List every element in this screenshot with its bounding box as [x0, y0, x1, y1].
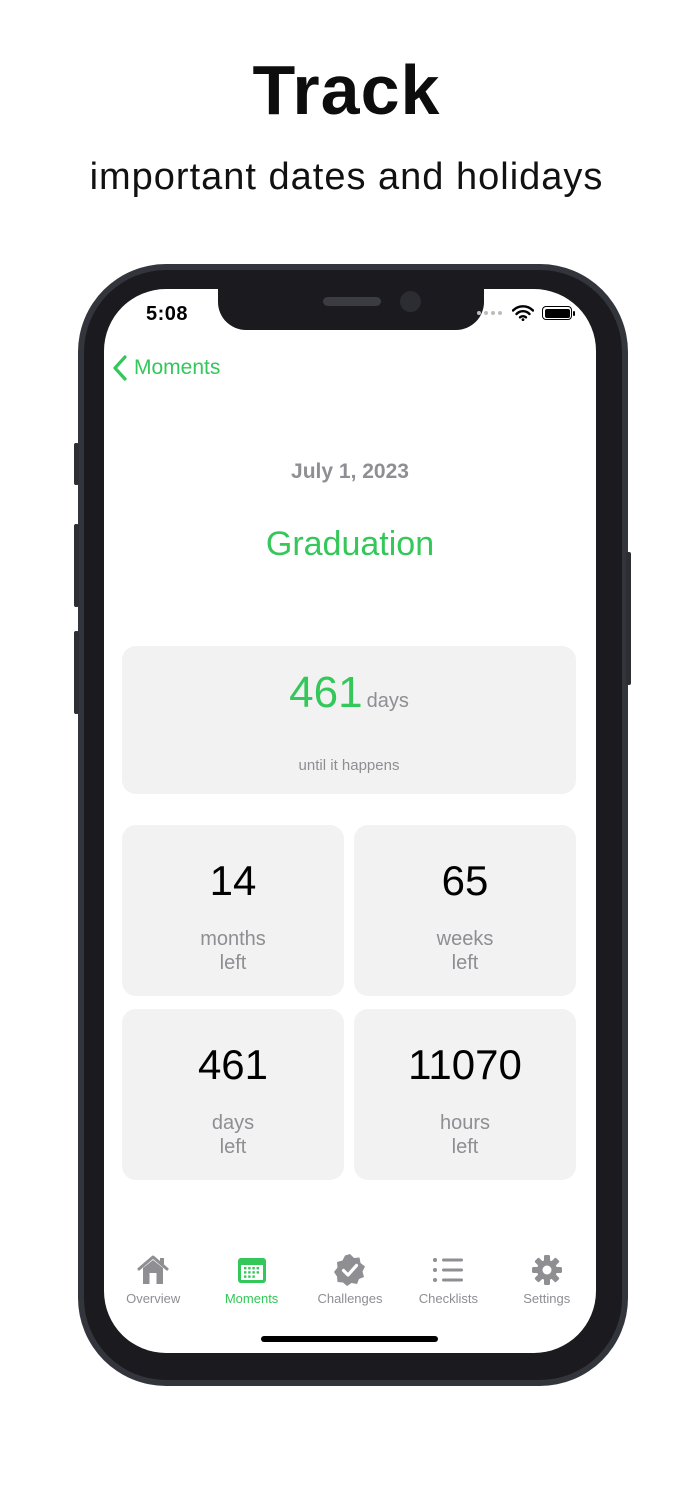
stat-card-days: 461 days left: [122, 1009, 344, 1180]
stat-card-weeks: 65 weeks left: [354, 825, 576, 996]
stat-value: 11070: [408, 1041, 522, 1088]
chevron-left-icon: [113, 355, 127, 381]
moment-title: Graduation: [265, 525, 435, 563]
countdown-card: 461 days until it happens: [122, 646, 576, 794]
tab-checklists[interactable]: Checklists: [399, 1253, 497, 1313]
stat-suffix: left: [451, 952, 479, 974]
promo-headline: Track: [252, 51, 441, 129]
stat-value: 14: [209, 857, 257, 904]
status-time: 5:08: [146, 303, 189, 325]
status-icons: [477, 305, 575, 321]
back-button[interactable]: Moments: [112, 355, 220, 381]
stat-unit: hours: [439, 1112, 491, 1134]
stat-suffix: left: [451, 1136, 479, 1158]
countdown-caption: until it happens: [298, 757, 400, 774]
tab-label: Challenges: [317, 1291, 383, 1306]
stat-unit: months: [200, 928, 266, 950]
speaker-grille: [323, 297, 381, 306]
notch: [218, 289, 484, 330]
gear-icon: [530, 1253, 564, 1287]
tab-label: Settings: [523, 1291, 571, 1306]
countdown-value-row: 461 days: [122, 668, 576, 718]
side-button-volume-up: [74, 524, 79, 607]
stat-value: 65: [441, 857, 489, 904]
stat-value: 461: [197, 1041, 269, 1088]
side-button-volume-down: [74, 631, 79, 714]
list-icon: [431, 1253, 465, 1287]
battery-icon: [542, 306, 575, 320]
house-icon: [136, 1253, 170, 1287]
calendar-icon: [235, 1253, 269, 1287]
home-indicator[interactable]: [261, 1336, 438, 1342]
tab-settings[interactable]: Settings: [498, 1253, 596, 1313]
tab-label: Checklists: [418, 1291, 478, 1306]
tab-overview[interactable]: Overview: [104, 1253, 202, 1313]
signal-dots-icon: [477, 311, 502, 315]
promo-subheadline: important dates and holidays: [89, 156, 604, 198]
badge-check-icon: [333, 1253, 367, 1287]
tab-label: Overview: [126, 1291, 181, 1306]
stat-card-hours: 11070 hours left: [354, 1009, 576, 1180]
side-button-mute: [74, 443, 79, 485]
stat-unit: days: [211, 1112, 255, 1134]
countdown-value: 461: [289, 668, 363, 717]
stat-unit: weeks: [436, 928, 494, 950]
stat-suffix: left: [219, 952, 247, 974]
stat-suffix: left: [219, 1136, 247, 1158]
tab-label: Moments: [224, 1291, 279, 1306]
tab-challenges[interactable]: Challenges: [301, 1253, 399, 1313]
back-button-label: Moments: [134, 356, 221, 379]
wifi-icon: [512, 305, 534, 321]
tab-moments[interactable]: Moments: [202, 1253, 300, 1313]
moment-date: July 1, 2023: [291, 460, 409, 483]
stat-card-months: 14 months left: [122, 825, 344, 996]
front-camera: [400, 291, 421, 312]
phone-screen: 5:08 Moments July 1, 2023 Graduation 461…: [104, 289, 596, 1353]
tab-bar: Overview Moments Challenges Checklists S…: [104, 1253, 596, 1313]
countdown-unit: days: [366, 690, 409, 712]
side-button-power: [626, 552, 631, 685]
